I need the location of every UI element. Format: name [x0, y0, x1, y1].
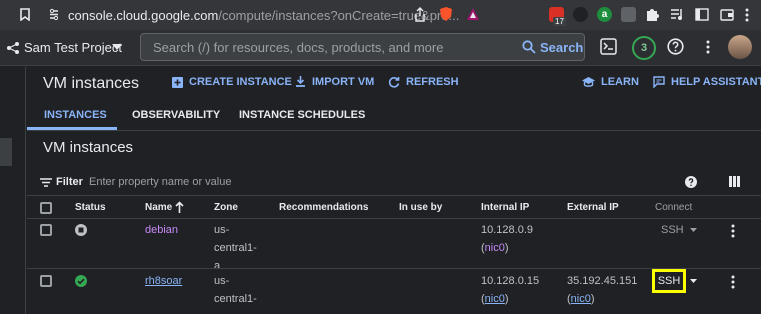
project-selector[interactable]: Sam Test Project: [24, 40, 122, 55]
media-controls-icon[interactable]: [670, 8, 684, 21]
nic-link[interactable]: nic0: [485, 242, 505, 254]
running-status-icon: [75, 275, 87, 287]
row-actions-icon[interactable]: [731, 224, 735, 238]
zone-line: us-: [214, 275, 230, 287]
filter-icon[interactable]: [40, 178, 52, 187]
vm-name-link[interactable]: debian: [145, 221, 178, 239]
nic-link[interactable]: nic0: [571, 293, 591, 305]
site-info-icon[interactable]: [48, 8, 60, 21]
row-checkbox[interactable]: [40, 275, 52, 287]
brave-shield-icon[interactable]: [439, 6, 453, 22]
column-header-connect: Connect: [655, 202, 693, 213]
notifications-badge[interactable]: 3: [632, 36, 656, 60]
extensions-puzzle-icon[interactable]: [645, 7, 659, 22]
zone-line: central1-: [214, 242, 257, 254]
create-instance-button[interactable]: CREATE INSTANCE: [172, 76, 292, 88]
extension-badge: 17: [553, 17, 566, 26]
cloud-shell-icon[interactable]: [600, 38, 617, 55]
address-bar[interactable]: console.cloud.google.com/compute/instanc…: [68, 8, 459, 23]
extension-icon-keyboard[interactable]: [621, 7, 636, 22]
select-all-checkbox[interactable]: [40, 202, 52, 214]
nav-rail-indicator[interactable]: [0, 138, 12, 166]
wallet-icon[interactable]: [720, 8, 734, 21]
internal-ip-cell: 10.128.0.15 (nic0): [481, 272, 539, 308]
download-icon: [296, 76, 305, 87]
zone-line: us-: [214, 224, 230, 236]
url-host: console.cloud.google.com: [68, 8, 219, 23]
browser-menu-icon[interactable]: [745, 8, 749, 22]
column-header-external-ip[interactable]: External IP: [567, 202, 619, 213]
search-placeholder: Search (/) for resources, docs, products…: [153, 40, 444, 55]
add-box-icon: [172, 76, 183, 88]
internal-ip: 10.128.0.15: [481, 275, 540, 287]
chevron-down-icon[interactable]: [112, 44, 122, 50]
help-assistant-button[interactable]: HELP ASSISTANT: [653, 76, 761, 88]
ssh-button[interactable]: SSH: [652, 269, 686, 293]
page-title: VM instances: [43, 75, 140, 92]
search-icon[interactable]: [522, 40, 536, 54]
column-header-internal-ip[interactable]: Internal IP: [481, 202, 529, 213]
refresh-icon: [388, 77, 400, 88]
internal-ip: 10.128.0.9: [481, 224, 533, 236]
extension-icon-a[interactable]: a: [597, 7, 612, 22]
more-options-icon[interactable]: [706, 40, 710, 54]
learn-label: LEARN: [601, 76, 639, 88]
section-title: VM instances: [43, 139, 134, 156]
import-vm-label: IMPORT VM: [312, 76, 375, 88]
sort-arrow-up-icon[interactable]: [175, 201, 184, 213]
ssh-button-disabled: SSH: [661, 224, 684, 236]
zone-cell: us- central1- a: [214, 272, 257, 314]
tab-instances[interactable]: INSTANCES: [44, 109, 107, 121]
bookmark-icon[interactable]: [20, 8, 30, 21]
filter-divider: [27, 195, 761, 196]
column-header-status[interactable]: Status: [75, 202, 106, 213]
search-button[interactable]: Search: [540, 40, 583, 55]
column-display-icon[interactable]: [729, 176, 740, 187]
school-icon: [582, 76, 595, 87]
filter-label[interactable]: Filter: [56, 176, 83, 188]
tab-observability[interactable]: OBSERVABILITY: [132, 109, 220, 121]
help-icon[interactable]: [667, 38, 684, 55]
column-header-recommendations[interactable]: Recommendations: [279, 202, 368, 213]
share-icon[interactable]: [414, 7, 426, 22]
column-header-in-use-by[interactable]: In use by: [399, 202, 442, 213]
ssh-dropdown-icon[interactable]: [690, 279, 697, 283]
header-divider: [27, 218, 761, 219]
extension-icon-dark[interactable]: [573, 7, 588, 22]
zone-line: central1-: [214, 293, 257, 305]
row-divider: [27, 268, 761, 269]
left-nav-rail: [0, 67, 26, 314]
avatar[interactable]: [728, 35, 752, 59]
table-help-icon[interactable]: [685, 176, 697, 188]
column-header-name[interactable]: Name: [145, 202, 172, 213]
create-instance-label: CREATE INSTANCE: [189, 76, 292, 88]
filter-input[interactable]: Enter property name or value: [89, 176, 231, 188]
sidebar-toggle-icon[interactable]: [695, 8, 709, 21]
refresh-button[interactable]: REFRESH: [388, 76, 459, 88]
external-ip: 35.192.45.151: [567, 275, 638, 287]
project-icon: [6, 41, 20, 55]
row-actions-icon[interactable]: [731, 275, 735, 289]
zone-cell: us- central1- a: [214, 221, 257, 275]
vm-name-link[interactable]: rh8soar: [145, 272, 182, 290]
row-checkbox[interactable]: [40, 224, 52, 236]
ssh-dropdown-icon[interactable]: [690, 228, 697, 232]
help-assistant-label: HELP ASSISTANT: [671, 76, 761, 88]
external-ip-cell: 35.192.45.151 (nic0): [567, 272, 637, 308]
brave-rewards-icon[interactable]: [466, 7, 480, 21]
learn-button[interactable]: LEARN: [582, 76, 639, 88]
zone-line: a: [214, 308, 257, 314]
refresh-label: REFRESH: [406, 76, 459, 88]
import-vm-button[interactable]: IMPORT VM: [295, 76, 374, 88]
tab-instance-schedules[interactable]: INSTANCE SCHEDULES: [239, 109, 365, 121]
nic-link[interactable]: nic0: [485, 293, 505, 305]
stopped-status-icon: [75, 224, 87, 236]
tabs-divider: [27, 130, 761, 131]
column-header-zone[interactable]: Zone: [214, 202, 238, 213]
chat-icon: [653, 76, 665, 88]
internal-ip-cell: 10.128.0.9 (nic0): [481, 221, 533, 257]
